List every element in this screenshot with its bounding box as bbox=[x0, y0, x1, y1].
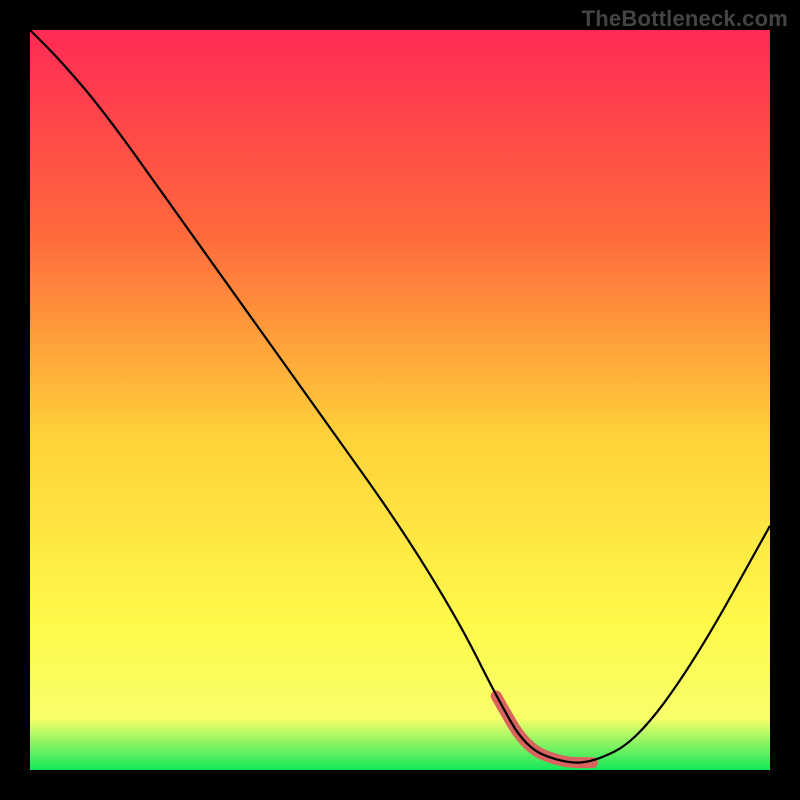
chart-svg bbox=[30, 30, 770, 770]
watermark-text: TheBottleneck.com bbox=[582, 6, 788, 32]
plot-area bbox=[30, 30, 770, 770]
chart-frame: TheBottleneck.com bbox=[0, 0, 800, 800]
gradient-background bbox=[30, 30, 770, 770]
